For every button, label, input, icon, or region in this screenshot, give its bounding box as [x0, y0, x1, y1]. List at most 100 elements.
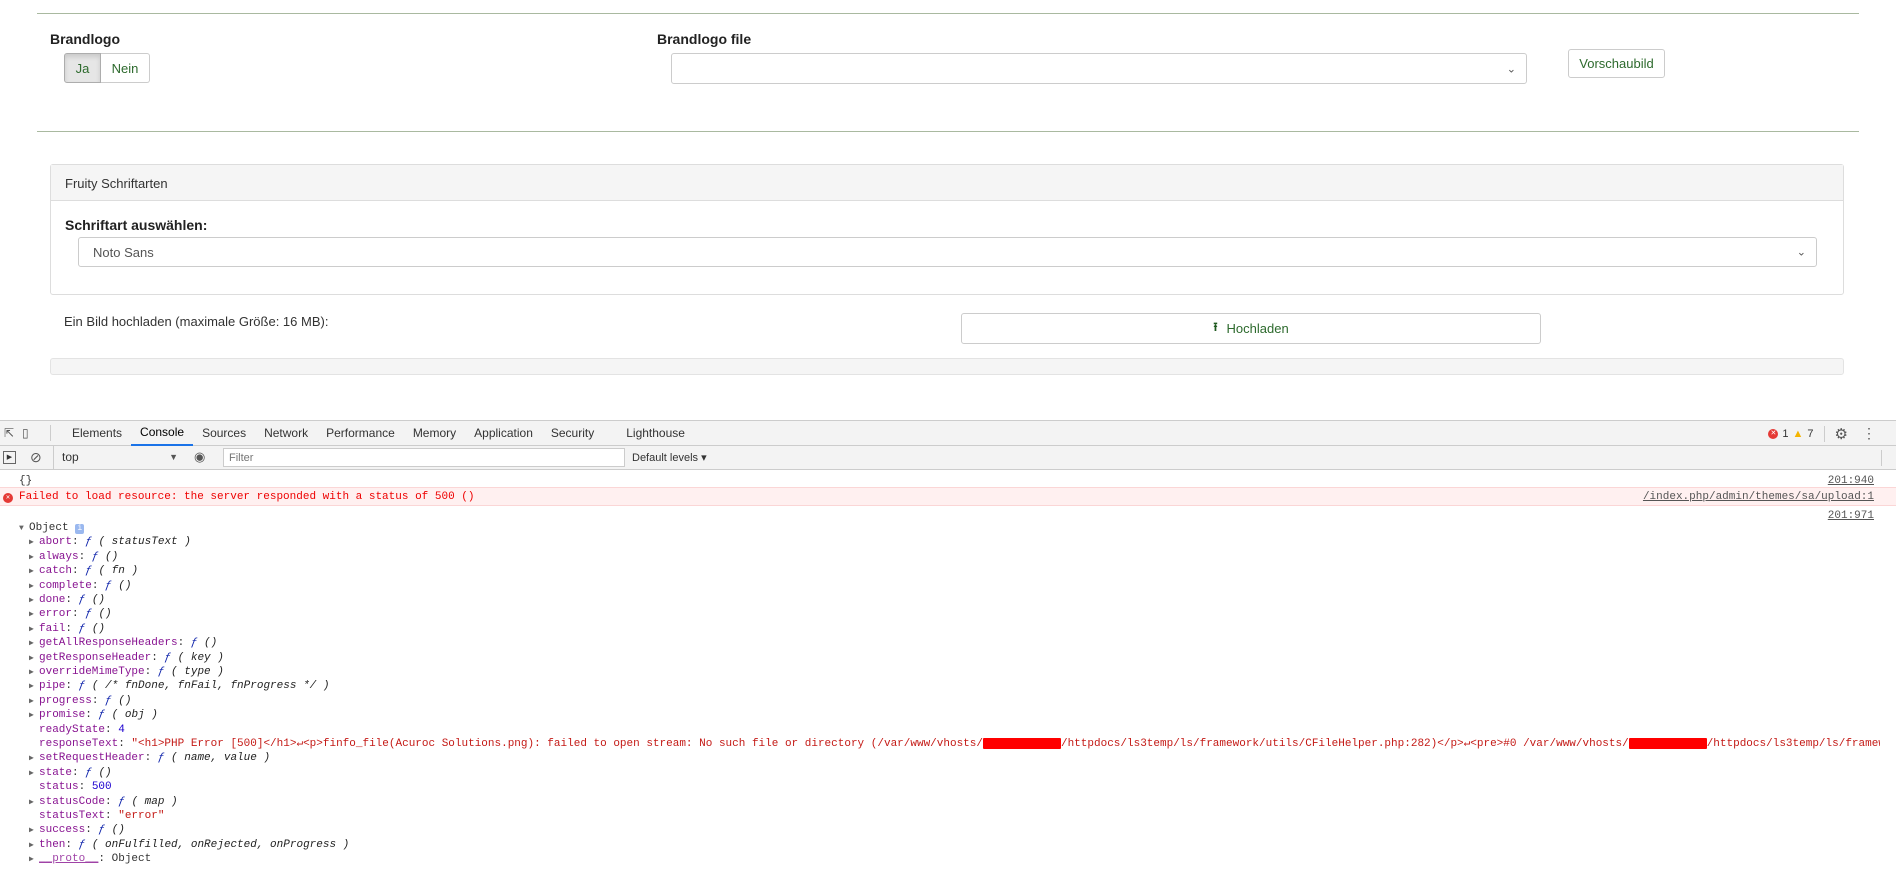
- object-property[interactable]: ▶ error: ƒ (): [0, 607, 1880, 622]
- object-property[interactable]: ▶ __proto__: Object: [0, 852, 1880, 867]
- brandlogo-file-select[interactable]: ⌄: [671, 53, 1527, 84]
- object-property[interactable]: ▶ getResponseHeader: ƒ ( key ): [0, 651, 1880, 666]
- panel-title: Fruity Schriftarten: [51, 165, 1843, 201]
- font-select[interactable]: Noto Sans ⌄: [78, 237, 1817, 267]
- function-args: (): [98, 766, 112, 779]
- tab-network[interactable]: Network: [255, 421, 317, 446]
- expand-triangle-icon[interactable]: ▶: [29, 636, 39, 651]
- expand-triangle-icon[interactable]: ▶: [29, 852, 39, 867]
- sidebar-toggle-icon[interactable]: ▶: [3, 451, 16, 464]
- warning-icon[interactable]: ▲: [1793, 428, 1804, 440]
- object-property[interactable]: ▶ always: ƒ (): [0, 550, 1880, 565]
- separator: [50, 425, 51, 441]
- tab-application[interactable]: Application: [465, 421, 542, 446]
- object-property[interactable]: ▶ done: ƒ (): [0, 593, 1880, 608]
- toggle-yes-button[interactable]: Ja: [64, 53, 101, 83]
- eye-icon[interactable]: ◉: [194, 449, 205, 465]
- expand-triangle-icon[interactable]: ▶: [29, 607, 39, 622]
- expand-triangle-icon[interactable]: ▼: [19, 521, 29, 536]
- expand-triangle-icon[interactable]: ▶: [29, 708, 39, 723]
- object-property[interactable]: ▶ setRequestHeader: ƒ ( name, value ): [0, 751, 1880, 766]
- error-icon[interactable]: ✕: [1768, 428, 1779, 439]
- object-property[interactable]: ▶ statusCode: ƒ ( map ): [0, 795, 1880, 810]
- inspect-icon[interactable]: ⇱: [4, 426, 22, 440]
- expand-triangle-icon[interactable]: ▶: [29, 579, 39, 594]
- font-panel: Fruity Schriftarten Schriftart auswählen…: [50, 164, 1844, 295]
- more-menu-icon[interactable]: ⋮: [1862, 425, 1876, 442]
- expand-triangle-icon[interactable]: ▶: [29, 679, 39, 694]
- object-property[interactable]: ▶ success: ƒ (): [0, 823, 1880, 838]
- divider: [37, 13, 1859, 14]
- preview-button[interactable]: Vorschaubild: [1568, 49, 1665, 78]
- function-args: ( name, value ): [171, 752, 271, 765]
- expand-triangle-icon[interactable]: ▶: [29, 795, 39, 810]
- expand-triangle-icon[interactable]: ▶: [29, 665, 39, 680]
- object-property[interactable]: ▶ complete: ƒ (): [0, 579, 1880, 594]
- clear-console-icon[interactable]: ⊘: [30, 449, 42, 466]
- prop-key: catch: [39, 565, 73, 578]
- brandlogo-label: Brandlogo: [50, 31, 120, 47]
- error-count[interactable]: 1: [1782, 428, 1788, 440]
- object-property[interactable]: ▶ promise: ƒ ( obj ): [0, 708, 1880, 723]
- tab-elements[interactable]: Elements: [63, 421, 131, 446]
- function-marker: ƒ: [190, 637, 198, 650]
- function-args: ( statusText ): [98, 536, 191, 549]
- function-marker: ƒ: [98, 824, 106, 837]
- expand-triangle-icon[interactable]: ▶: [29, 622, 39, 637]
- prop-key: progress: [39, 694, 92, 707]
- context-select[interactable]: top ▼: [53, 446, 178, 469]
- object-property[interactable]: ▶ abort: ƒ ( statusText ): [0, 535, 1880, 550]
- tab-lighthouse[interactable]: Lighthouse: [617, 421, 694, 446]
- function-args: ( map ): [131, 795, 178, 808]
- object-property[interactable]: ▶ overrideMimeType: ƒ ( type ): [0, 665, 1880, 680]
- error-icon: ✕: [3, 493, 13, 503]
- function-marker: ƒ: [157, 752, 165, 765]
- object-label: Object: [29, 522, 69, 534]
- device-toolbar-icon[interactable]: ▯: [22, 426, 42, 440]
- object-property[interactable]: ▶ catch: ƒ ( fn ): [0, 564, 1880, 579]
- object-root[interactable]: ▼ Object i: [0, 521, 1896, 536]
- upload-icon: ⭱: [1213, 320, 1218, 334]
- response-part: "<h1>PHP Error [500]</h1>↵<p>finfo_file(…: [131, 738, 983, 750]
- expand-triangle-icon[interactable]: ▶: [29, 838, 39, 853]
- object-property[interactable]: ▶ pipe: ƒ ( /* fnDone, fnFail, fnProgress…: [0, 679, 1880, 694]
- object-property[interactable]: ▶ getAllResponseHeaders: ƒ (): [0, 636, 1880, 651]
- tab-memory[interactable]: Memory: [404, 421, 465, 446]
- expand-triangle-icon[interactable]: ▶: [29, 751, 39, 766]
- filter-input[interactable]: [223, 448, 625, 467]
- warning-count[interactable]: 7: [1807, 428, 1813, 440]
- source-link[interactable]: /index.php/admin/themes/sa/upload:1: [1643, 488, 1874, 507]
- tab-security[interactable]: Security: [542, 421, 603, 446]
- object-property[interactable]: ▶ then: ƒ ( onFulfilled, onRejected, onPr…: [0, 838, 1880, 853]
- expand-triangle-icon[interactable]: ▶: [29, 766, 39, 781]
- prop-key: responseText: [39, 738, 119, 750]
- prop-key: state: [39, 766, 73, 779]
- object-property[interactable]: ▶ progress: ƒ (): [0, 694, 1880, 709]
- prop-key: complete: [39, 579, 92, 592]
- tab-sources[interactable]: Sources: [193, 421, 255, 446]
- expand-triangle-icon[interactable]: ▶: [29, 823, 39, 838]
- prop-value: 500: [91, 781, 112, 794]
- function-marker: ƒ: [78, 622, 86, 635]
- expand-triangle-icon[interactable]: ▶: [29, 593, 39, 608]
- upload-button[interactable]: ⭱ Hochladen: [961, 313, 1541, 344]
- object-property[interactable]: ▶ state: ƒ (): [0, 766, 1880, 781]
- prop-key: promise: [39, 709, 86, 722]
- prop-key: getAllResponseHeaders: [39, 637, 178, 650]
- prop-key: statusText: [39, 810, 106, 822]
- expand-triangle-icon[interactable]: ▶: [29, 535, 39, 550]
- expand-triangle-icon[interactable]: ▶: [29, 651, 39, 666]
- object-property[interactable]: ▶ fail: ƒ (): [0, 622, 1880, 637]
- expand-triangle-icon[interactable]: ▶: [29, 564, 39, 579]
- tab-performance[interactable]: Performance: [317, 421, 404, 446]
- expand-triangle-icon[interactable]: ▶: [29, 550, 39, 565]
- devtools-status: ✕ 1 ▲ 7 ⚙ ⋮: [1768, 421, 1876, 446]
- chevron-down-icon: ⌄: [1796, 246, 1806, 259]
- gear-icon[interactable]: ⚙: [1835, 425, 1848, 443]
- log-levels-select[interactable]: Default levels ▾: [632, 451, 707, 464]
- function-args: (): [204, 637, 218, 650]
- function-args: (): [98, 608, 112, 621]
- tab-console[interactable]: Console: [131, 421, 194, 446]
- expand-triangle-icon[interactable]: ▶: [29, 694, 39, 709]
- toggle-no-button[interactable]: Nein: [101, 53, 150, 83]
